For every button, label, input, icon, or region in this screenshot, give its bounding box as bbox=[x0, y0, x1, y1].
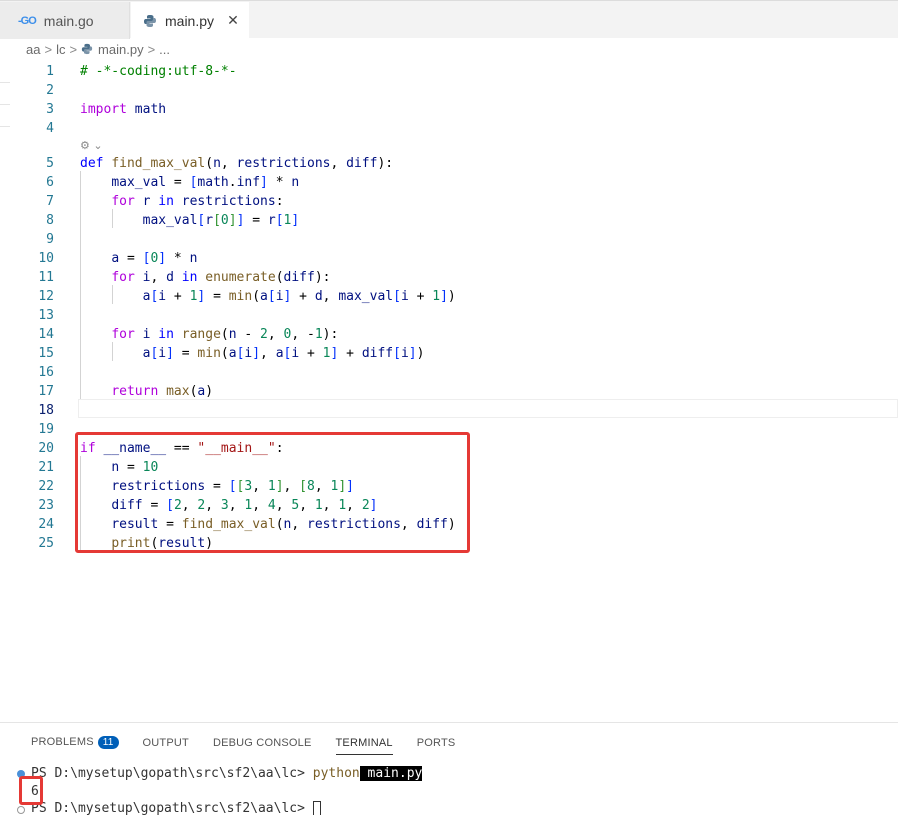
code-line: 18 bbox=[38, 403, 54, 418]
tab-main-go[interactable]: -GO main.go bbox=[0, 2, 130, 39]
code-line: 15 a[i] = min(a[i], a[i + 1] + diff[i]) bbox=[38, 346, 425, 361]
tab-output[interactable]: OUTPUT bbox=[143, 737, 189, 749]
panel-tabs: PROBLEMS 11 OUTPUT DEBUG CONSOLE TERMINAL… bbox=[31, 736, 479, 755]
chevron-right-icon: > bbox=[147, 41, 156, 57]
tab-ports[interactable]: PORTS bbox=[417, 737, 456, 749]
problems-count-badge: 11 bbox=[97, 736, 119, 749]
code-line: 5 def find_max_val(n, restrictions, diff)… bbox=[46, 156, 394, 171]
code-line: 10 a = [0] * n bbox=[38, 251, 198, 266]
breadcrumb-item-file[interactable]: main.py bbox=[98, 42, 144, 57]
close-icon[interactable]: ✕ bbox=[225, 12, 241, 29]
code-line: 11 for i, d in enumerate(diff): bbox=[38, 270, 331, 285]
editor-tab-bar: -GO main.go main.py ✕ bbox=[0, 0, 898, 39]
code-line: 8 max_val[r[0]] = r[1] bbox=[46, 213, 300, 228]
bottom-panel: PROBLEMS 11 OUTPUT DEBUG CONSOLE TERMINAL… bbox=[0, 722, 898, 815]
tab-terminal[interactable]: TERMINAL bbox=[335, 737, 393, 755]
code-line: 12 a[i + 1] = min(a[i] + d, max_val[i + … bbox=[38, 289, 456, 304]
terminal-line: PS D:\mysetup\gopath\src\sf2\aa\lc> pyth… bbox=[31, 766, 423, 781]
code-line: 1 # -*-coding:utf-8-*- bbox=[46, 64, 237, 79]
code-line: 2 bbox=[46, 83, 54, 98]
terminal-cursor bbox=[312, 801, 321, 815]
chevron-right-icon: > bbox=[69, 41, 78, 57]
breadcrumb: aa > lc > main.py > ... bbox=[0, 38, 898, 60]
breadcrumb-item-symbol[interactable]: ... bbox=[159, 42, 170, 57]
code-line: 7 for r in restrictions: bbox=[46, 194, 284, 209]
tab-problems[interactable]: PROBLEMS 11 bbox=[31, 736, 119, 749]
annotation-highlight-box bbox=[75, 432, 470, 553]
tab-label: main.py bbox=[165, 12, 215, 29]
code-line: 16 bbox=[38, 365, 54, 380]
code-line: 3 import math bbox=[46, 102, 167, 117]
tab-main-py[interactable]: main.py ✕ bbox=[131, 2, 249, 39]
python-file-icon bbox=[143, 14, 157, 28]
go-file-icon: -GO bbox=[18, 14, 37, 27]
python-file-icon bbox=[81, 43, 93, 55]
terminal-line[interactable]: PS D:\mysetup\gopath\src\sf2\aa\lc> bbox=[31, 800, 321, 815]
chevron-right-icon: > bbox=[44, 41, 53, 57]
code-line: 14 for i in range(n - 2, 0, -1): bbox=[38, 327, 339, 342]
gear-icon[interactable]: ⚙ ⌄ bbox=[80, 136, 103, 155]
tab-debug-console[interactable]: DEBUG CONSOLE bbox=[213, 737, 312, 749]
code-line: 17 return max(a) bbox=[38, 384, 214, 399]
annotation-highlight-box bbox=[19, 776, 43, 805]
breadcrumb-item-aa[interactable]: aa bbox=[26, 42, 40, 57]
code-line: 9 bbox=[46, 232, 54, 247]
tab-label: main.go bbox=[43, 12, 94, 29]
code-line: 13 bbox=[38, 308, 54, 323]
command-pending-dot-icon bbox=[17, 806, 25, 814]
code-line: 6 max_val = [math.inf] * n bbox=[46, 175, 300, 190]
codelens[interactable]: ⚙ ⌄ bbox=[0, 136, 898, 152]
breadcrumb-item-lc[interactable]: lc bbox=[56, 42, 65, 57]
